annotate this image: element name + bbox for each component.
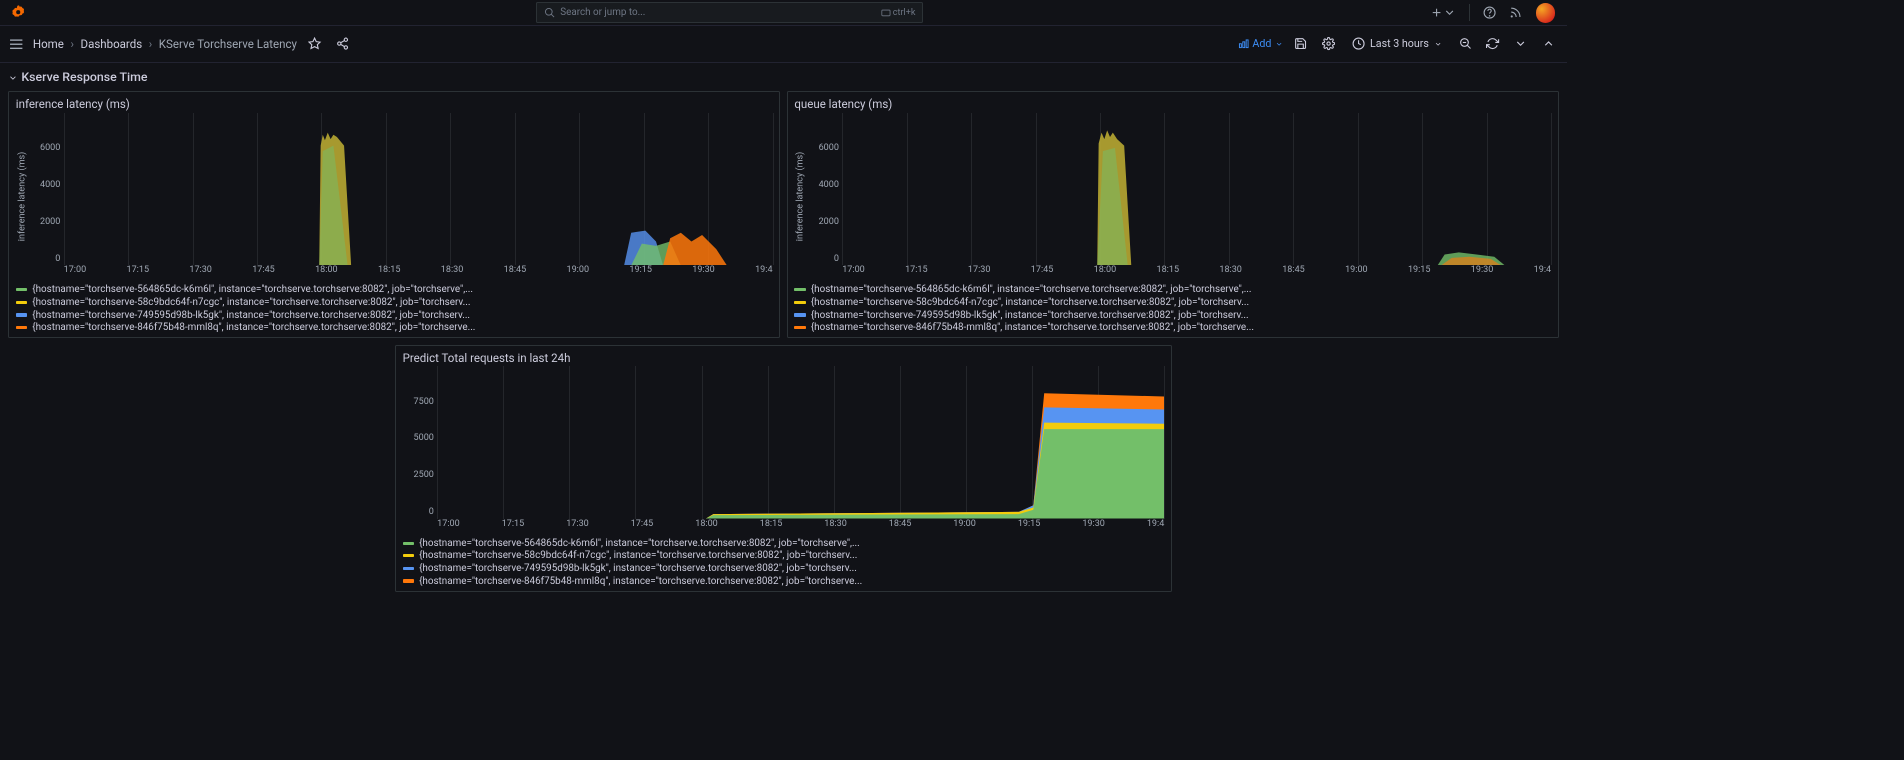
legend-item[interactable]: {hostname="torchserve-58c9bdc64f-n7cgc",… [403,550,1165,563]
row-title: Kserve Response Time [21,71,147,85]
legend: {hostname="torchserve-564865dc-k6m6l", i… [794,283,1551,334]
collapse-icon[interactable] [1539,37,1559,50]
legend: {hostname="torchserve-564865dc-k6m6l", i… [16,283,773,334]
legend-item[interactable]: {hostname="torchserve-564865dc-k6m6l", i… [403,537,1165,550]
legend-item[interactable]: {hostname="torchserve-749595d98b-lk5gk",… [794,309,1551,322]
search-shortcut: ctrl+k [881,8,915,18]
search-input[interactable]: Search or jump to... ctrl+k [536,2,923,23]
row-toggle[interactable]: Kserve Response Time [8,67,1559,91]
news-icon[interactable] [1509,6,1522,19]
chart-canvas [437,366,1164,518]
grafana-logo[interactable] [7,4,30,20]
breadcrumb-current: KServe Torchserve Latency [159,37,297,51]
add-panel-button[interactable]: Add [1238,37,1283,50]
legend-item[interactable]: {hostname="torchserve-749595d98b-lk5gk",… [16,309,773,322]
menu-toggle-icon[interactable] [8,36,24,52]
breadcrumb-dash[interactable]: Dashboards [81,37,143,51]
legend-item[interactable]: {hostname="torchserve-564865dc-k6m6l", i… [794,283,1551,296]
legend-item[interactable]: {hostname="torchserve-564865dc-k6m6l", i… [16,283,773,296]
star-icon[interactable] [305,37,325,50]
add-icon[interactable] [1430,6,1456,19]
y-axis: 6000 4000 2000 0 [808,113,843,264]
panel-queue-latency[interactable]: queue latency (ms) inference latency (ms… [787,91,1559,338]
time-range-picker[interactable]: Last 3 hours [1347,32,1447,55]
legend-item[interactable]: {hostname="torchserve-58c9bdc64f-n7cgc",… [794,296,1551,309]
x-axis: 17:0017:1517:3017:4518:0018:1518:3018:45… [842,265,1551,280]
refresh-dropdown-icon[interactable] [1511,37,1531,50]
breadcrumb-home[interactable]: Home [33,37,64,51]
zoom-out-icon[interactable] [1455,37,1475,50]
y-axis-label: inference latency (ms) [794,113,807,280]
save-icon[interactable] [1291,37,1311,50]
legend: {hostname="torchserve-564865dc-k6m6l", i… [403,537,1165,588]
search-placeholder: Search or jump to... [560,7,876,18]
chart-canvas [842,113,1551,265]
legend-item[interactable]: {hostname="torchserve-846f75b48-mml8q", … [794,321,1551,334]
panel-inference-latency[interactable]: inference latency (ms) inference latency… [8,91,780,338]
y-axis: 7500 5000 2500 0 [403,366,438,517]
panel-title: Predict Total requests in last 24h [403,351,1165,365]
panel-title: inference latency (ms) [16,97,773,111]
x-axis: 17:0017:1517:3017:4518:0018:1518:3018:45… [437,519,1164,534]
chart-canvas [64,113,773,265]
breadcrumb: Home › Dashboards › KServe Torchserve La… [33,37,297,51]
panel-title: queue latency (ms) [794,97,1551,111]
legend-item[interactable]: {hostname="torchserve-749595d98b-lk5gk",… [403,562,1165,575]
refresh-icon[interactable] [1483,37,1503,50]
panel-predict-total[interactable]: Predict Total requests in last 24h 7500 … [395,345,1172,592]
legend-item[interactable]: {hostname="torchserve-58c9bdc64f-n7cgc",… [16,296,773,309]
y-axis-label: inference latency (ms) [16,113,29,280]
share-icon[interactable] [333,37,353,50]
settings-icon[interactable] [1319,37,1339,50]
y-axis: 6000 4000 2000 0 [29,113,64,264]
x-axis: 17:0017:1517:3017:4518:0018:1518:3018:45… [64,265,773,280]
avatar[interactable] [1536,3,1556,23]
legend-item[interactable]: {hostname="torchserve-846f75b48-mml8q", … [403,575,1165,588]
help-icon[interactable] [1483,6,1496,19]
legend-item[interactable]: {hostname="torchserve-846f75b48-mml8q", … [16,321,773,334]
